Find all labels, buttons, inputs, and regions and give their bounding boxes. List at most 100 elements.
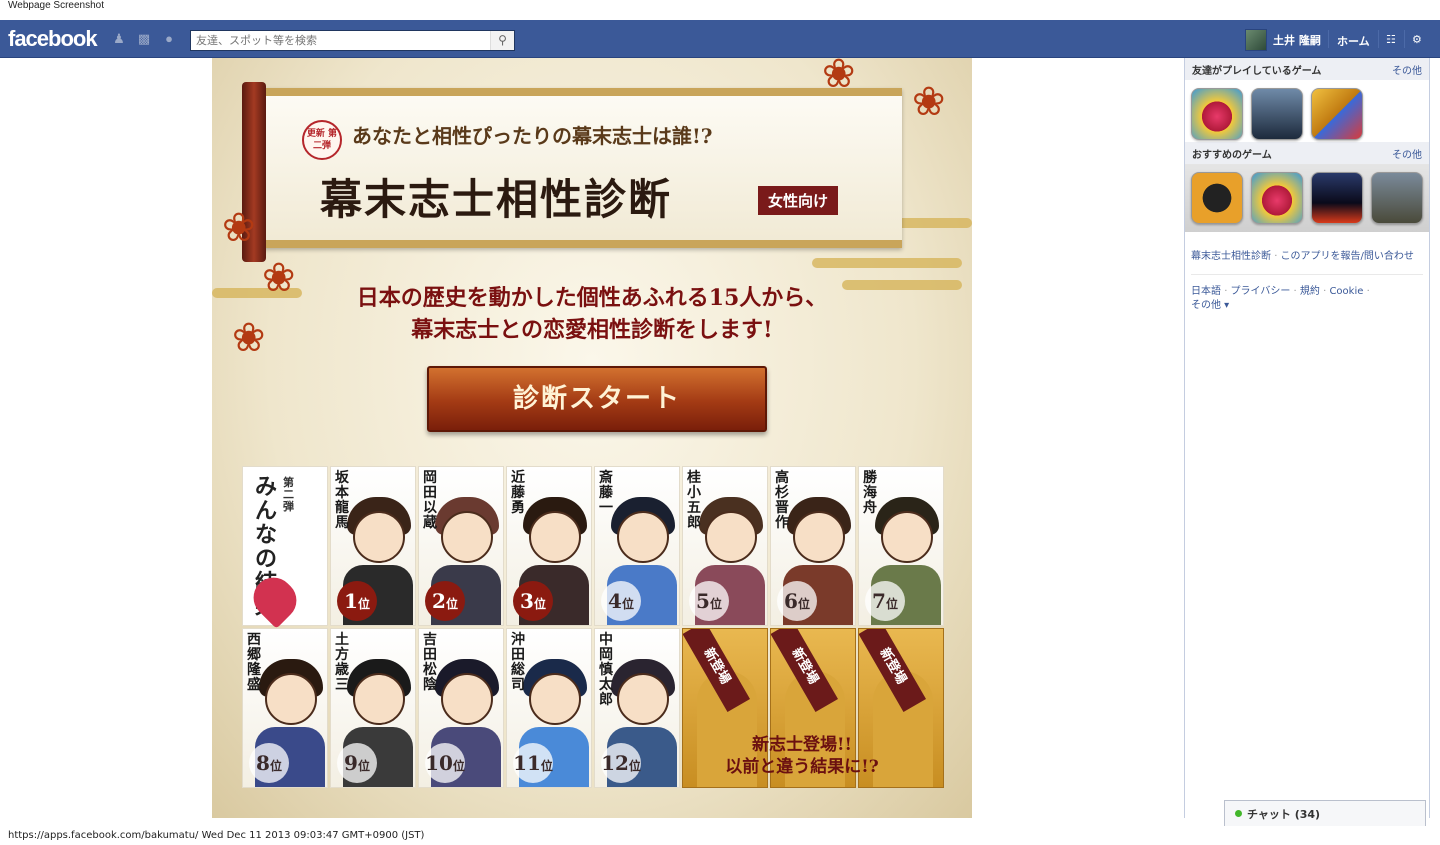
description-line-2: 幕末志士との恋愛相性診断をします! (411, 317, 773, 343)
window-title: Webpage Screenshot (8, 0, 104, 11)
rank-badge: 10位 (425, 743, 465, 783)
home-link[interactable]: ホーム (1337, 33, 1370, 49)
rank-badge: 7位 (865, 581, 905, 621)
cookie-link[interactable]: Cookie (1329, 286, 1363, 297)
language-link[interactable]: 日本語 (1191, 286, 1221, 297)
candy-game-icon[interactable] (1191, 88, 1243, 140)
more-link[interactable]: その他 (1191, 300, 1221, 311)
character-portrait (793, 511, 845, 563)
candy-game-icon[interactable] (1251, 172, 1303, 224)
character-portrait (353, 673, 405, 725)
recommended-games-more-link[interactable]: その他 (1392, 146, 1422, 161)
character-card[interactable]: 土方歳三 9位 (330, 628, 416, 788)
character-card[interactable]: 坂本龍馬 1位 (330, 466, 416, 626)
women-tag: 女性向け (758, 186, 839, 215)
friends-games-header: 友達がプレイしているゲーム その他 (1185, 58, 1429, 80)
messages-icon[interactable]: ▩ (137, 32, 151, 46)
friend-requests-icon[interactable]: ♟ (112, 32, 126, 46)
character-card[interactable]: 斎藤一 4位 (594, 466, 680, 626)
friends-games-list (1185, 80, 1429, 142)
rank-badge: 2位 (425, 581, 465, 621)
maple-leaf-icon: ❀ (912, 80, 946, 124)
rank-badge: 9位 (337, 743, 377, 783)
shooter-game-icon[interactable] (1371, 172, 1423, 224)
chevron-down-icon[interactable]: ▾ (1221, 300, 1229, 311)
recommended-games-list (1185, 164, 1429, 232)
gear-icon[interactable]: ⚙ (1412, 33, 1422, 46)
character-card[interactable]: 桂小五郎 5位 (682, 466, 768, 626)
friends-games-title: 友達がプレイしているゲーム (1192, 65, 1322, 77)
character-portrait (529, 673, 581, 725)
rank-badge: 1位 (337, 581, 377, 621)
catchphrase: あなたと相性ぴったりの幕末志士は誰!? (352, 124, 713, 148)
search-input[interactable] (191, 31, 486, 50)
character-card[interactable]: 高杉晋作 6位 (770, 466, 856, 626)
new-character-message-line-1: 新志士登場!! (752, 735, 852, 755)
notifications-globe-icon[interactable]: ● (162, 32, 176, 46)
character-name: 吉田松陰 (423, 632, 437, 693)
ninja-game-icon[interactable] (1191, 172, 1243, 224)
character-card[interactable]: 岡田以蔵 2位 (418, 466, 504, 626)
friends-games-more-link[interactable]: その他 (1392, 62, 1422, 77)
character-portrait (881, 511, 933, 563)
character-portrait (441, 511, 493, 563)
rank-badge: 12位 (601, 743, 641, 783)
character-card[interactable]: 勝海舟 7位 (858, 466, 944, 626)
link-separator: · (1366, 286, 1370, 297)
report-app-link[interactable]: このアプリを報告/問い合わせ (1281, 251, 1414, 262)
community-results-card[interactable]: みんなの結果 第二弾 (242, 466, 328, 629)
recommended-games-header: おすすめのゲーム その他 (1185, 142, 1429, 164)
rank-badge: 5位 (689, 581, 729, 621)
character-name: 斎藤一 (599, 470, 613, 516)
right-sidebar: 友達がプレイしているゲーム その他 おすすめのゲーム その他 幕末志士相性診断 … (1184, 58, 1430, 818)
character-card[interactable]: 中岡慎太郎 12位 (594, 628, 680, 788)
character-card[interactable]: 沖田総司 11位 (506, 628, 592, 788)
street-race-game-icon[interactable] (1311, 172, 1363, 224)
nav-divider (1328, 30, 1329, 48)
privacy-shortcuts-icon[interactable]: ☷ (1386, 33, 1396, 46)
nav-divider (1378, 30, 1379, 48)
search-icon[interactable]: ⚲ (490, 31, 514, 50)
recommended-games-title: おすすめのゲーム (1192, 149, 1272, 161)
character-portrait (617, 511, 669, 563)
top-eleven-game-icon[interactable] (1251, 88, 1303, 140)
character-name: 近藤勇 (511, 470, 525, 516)
rank-badge: 3位 (513, 581, 553, 621)
rank-badge: 11位 (513, 743, 553, 783)
facebook-top-bar: facebook ♟ ▩ ● ⚲ 土井 隆嗣 ホーム ☷ ⚙ (0, 20, 1440, 58)
character-portrait (705, 511, 757, 563)
maple-leaf-icon: ❀ (222, 206, 256, 250)
sidebar-links: 幕末志士相性診断 · このアプリを報告/問い合わせ 日本語 · プライバシー ·… (1185, 232, 1429, 313)
character-card[interactable]: 西郷隆盛 8位 (242, 628, 328, 788)
search-box[interactable]: ⚲ (190, 30, 515, 51)
gold-cloud-decoration (812, 258, 962, 268)
new-character-message: 新志士登場!! 以前と違う結果に!? (682, 734, 922, 778)
online-dot-icon (1235, 810, 1242, 817)
character-card[interactable]: 吉田松陰 10位 (418, 628, 504, 788)
start-diagnosis-button[interactable]: 診断スタート (427, 366, 767, 432)
app-name-link[interactable]: 幕末志士相性診断 (1191, 251, 1271, 262)
page-title: 幕末志士相性診断 (320, 175, 673, 224)
terms-link[interactable]: 規約 (1300, 286, 1320, 297)
character-name: 勝海舟 (863, 470, 877, 516)
pet-puzzle-game-icon[interactable] (1311, 88, 1363, 140)
character-card[interactable]: 近藤勇 3位 (506, 466, 592, 626)
character-name: 桂小五郎 (687, 470, 701, 531)
chat-bar[interactable]: チャット (34) (1224, 800, 1426, 826)
rank-badge: 8位 (249, 743, 289, 783)
nav-divider (1404, 30, 1405, 48)
character-name: 高杉晋作 (775, 470, 789, 531)
character-portrait (617, 673, 669, 725)
privacy-link[interactable]: プライバシー (1231, 286, 1291, 297)
avatar (1245, 29, 1267, 51)
rank-badge: 6位 (777, 581, 817, 621)
character-portrait (441, 673, 493, 725)
facebook-logo[interactable]: facebook (8, 26, 98, 52)
character-portrait (265, 673, 317, 725)
chat-label: チャット (34) (1247, 807, 1321, 821)
new-character-message-line-2: 以前と違う結果に!? (725, 757, 879, 777)
character-name: 岡田以蔵 (423, 470, 437, 531)
profile-link[interactable]: 土井 隆嗣 (1245, 29, 1321, 51)
character-name: 土方歳三 (335, 632, 349, 693)
app-canvas: 更新 第二弾 あなたと相性ぴったりの幕末志士は誰!? 幕末志士相性診断 女性向け… (212, 58, 972, 818)
